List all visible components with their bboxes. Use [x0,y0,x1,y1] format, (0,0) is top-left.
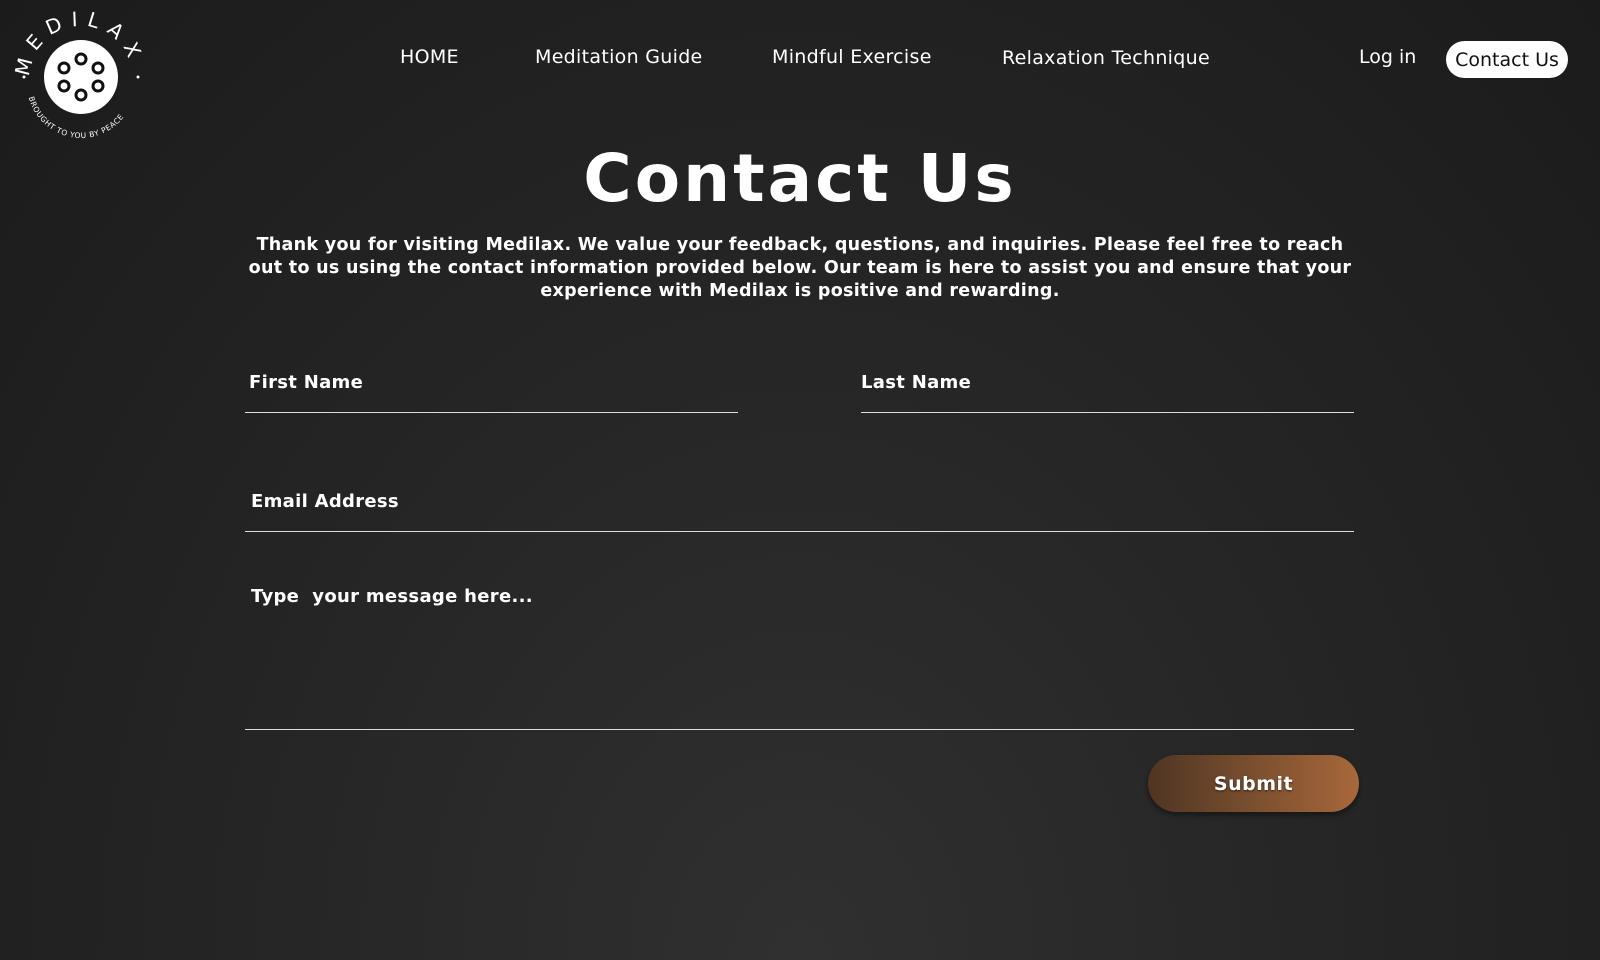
nav-home-link[interactable]: HOME [400,46,459,68]
nav-meditation-guide-link[interactable]: Meditation Guide [535,46,703,68]
message-textarea[interactable]: Type your message here... [245,576,1354,730]
first-name-field[interactable]: First Name [245,360,738,413]
last-name-field[interactable]: Last Name [861,360,1354,413]
message-placeholder: Type your message here... [251,586,533,607]
nav-relaxation-technique-link[interactable]: Relaxation Technique [1002,47,1210,69]
email-label: Email Address [251,491,399,512]
submit-button[interactable]: Submit [1148,755,1359,812]
page-title: Contact Us [583,140,1017,217]
intro-text: Thank you for visiting Medilax. We value… [248,235,1352,301]
first-name-label: First Name [249,372,364,393]
nav-mindful-exercise-link[interactable]: Mindful Exercise [772,46,932,68]
main-nav: HOME Meditation Guide Mindful Exercise R… [0,0,1600,118]
email-field[interactable]: Email Address [245,478,1354,532]
last-name-label: Last Name [861,372,972,393]
contact-us-button[interactable]: Contact Us [1446,41,1568,78]
login-link[interactable]: Log in [1359,46,1416,68]
